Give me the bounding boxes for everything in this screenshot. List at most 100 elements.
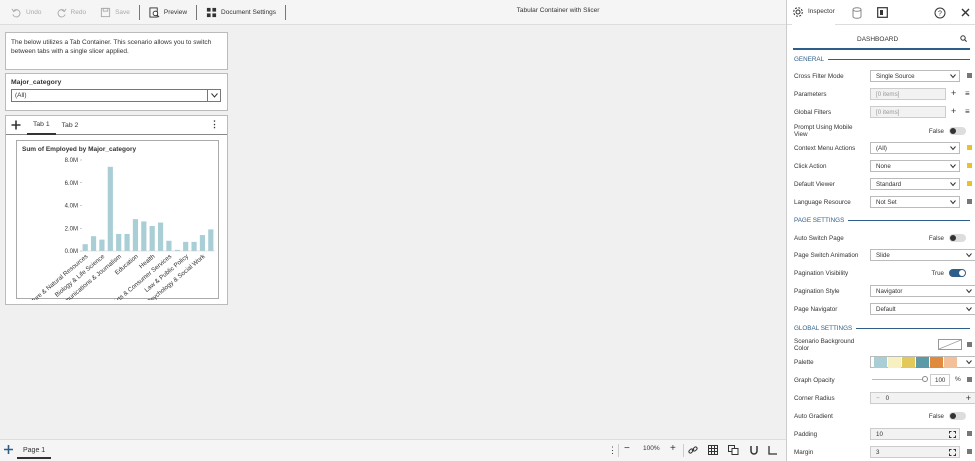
binding-indicator[interactable] [967,431,972,436]
undo-button[interactable]: Undo [4,0,49,25]
pagination-style-select[interactable]: Navigator [870,285,975,297]
select-value: Default [876,305,896,313]
magnet-icon[interactable] [749,445,759,455]
auto-gradient-toggle[interactable] [949,412,966,420]
help-button[interactable]: ? [934,0,946,25]
palette-select[interactable] [870,356,975,368]
add-icon[interactable]: + [951,89,956,98]
binding-indicator[interactable] [967,163,972,168]
link-icon[interactable] [688,445,698,455]
tab-1[interactable]: Tab 1 [27,116,56,135]
binding-indicator[interactable] [967,181,972,186]
binding-indicator[interactable] [967,377,972,382]
main-toolbar: Undo Redo Save Preview Document Settings… [0,0,786,25]
list-icon[interactable]: ≡ [965,107,970,116]
major-category-slicer[interactable]: Major_category (All) [5,73,228,111]
page-bar: Page 1 ⋮ − 100% + [0,439,786,461]
list-icon[interactable]: ≡ [965,89,970,98]
zoom-out-icon[interactable]: − [624,443,630,454]
binding-indicator[interactable] [967,145,972,150]
opacity-slider-handle[interactable] [922,376,928,382]
more-options-icon[interactable]: ⋮ [210,120,219,129]
document-settings-button[interactable]: Document Settings [199,0,283,25]
toolbar-divider [284,4,286,20]
description-text-panel[interactable]: The below utilizes a Tab Container. This… [5,32,228,70]
undo-icon [11,8,21,17]
select-value: Single Source [876,72,915,80]
context-menu-row: Context Menu Actions (All) [794,141,972,155]
chevron-down-icon [950,182,956,187]
property-label: Corner Radius [794,394,835,402]
padding-field[interactable]: 10 [870,428,960,440]
chart-bar [107,166,113,251]
zoom-in-icon[interactable]: + [670,443,676,454]
opacity-input[interactable]: 100 [930,374,950,386]
layers-icon[interactable] [728,445,739,455]
tab-data[interactable] [852,0,862,25]
dashboard-subtab[interactable]: DASHBOARD [793,32,970,50]
pagination-visibility-toggle-wrap: True [932,269,966,277]
binding-indicator[interactable] [967,73,972,78]
zoom-level: 100% [643,445,660,452]
close-button[interactable] [961,0,970,25]
bar-chart-panel[interactable]: Sum of Employed by Major_category 8.0M 6.… [16,140,219,300]
chart-bar [141,221,147,251]
pagination-visibility-toggle[interactable] [949,269,966,277]
slicer-dropdown[interactable]: (All) [11,89,221,102]
expand-icon[interactable] [949,431,956,438]
add-tab-icon[interactable] [11,120,21,130]
tab-layout[interactable] [877,0,888,25]
default-viewer-select[interactable]: Standard [870,178,960,190]
chart-bar [166,240,172,251]
tab-2[interactable]: Tab 2 [56,116,85,135]
redo-button[interactable]: Redo [49,0,94,25]
bg-color-swatch[interactable] [938,339,962,350]
chevron-down-icon [966,307,972,312]
select-value: None [876,162,891,170]
cross-filter-mode-select[interactable]: Single Source [870,70,960,82]
y-tick-label: 2.0M [65,226,78,232]
decrement-icon[interactable]: − [876,395,880,402]
auto-switch-toggle[interactable] [949,234,966,242]
add-icon[interactable]: + [951,107,956,116]
page-tab-1[interactable]: Page 1 [17,443,52,459]
chevron-down-icon [966,289,972,294]
property-label: Context Menu Actions [794,144,856,152]
switch-animation-select[interactable]: Slide [870,249,975,261]
section-global-settings: GLOBAL SETTINGS [794,325,970,332]
click-action-select[interactable]: None [870,160,960,172]
add-page-icon[interactable] [3,444,14,455]
preview-button[interactable]: Preview [142,0,194,25]
search-icon[interactable] [960,35,967,42]
save-button[interactable]: Save [93,0,137,25]
more-options-icon[interactable]: ⋮ [608,445,617,456]
prompt-mobile-row: Prompt Using Mobile View False [794,123,972,139]
chevron-down-icon[interactable] [207,90,220,101]
padding-row: Padding 10 [794,427,972,441]
section-title: PAGE SETTINGS [794,217,845,224]
grid-icon[interactable] [708,445,718,455]
parameters-field[interactable]: [0 items] [870,88,946,100]
ruler-icon[interactable] [768,445,778,455]
prompt-mobile-toggle[interactable] [949,127,966,135]
palette-swatch [902,356,915,368]
global-filters-field[interactable]: [0 items] [870,106,946,118]
tab-inspector[interactable]: Inspector [792,0,835,25]
language-resource-select[interactable]: Not Set [870,196,960,208]
margin-field[interactable]: 3 [870,446,960,458]
no-color-icon [938,339,962,350]
chevron-down-icon [950,74,956,79]
corner-radius-stepper[interactable]: − 0 + [870,392,975,404]
opacity-slider-track[interactable] [872,379,924,380]
binding-indicator[interactable] [967,449,972,454]
property-label: Scenario Background Color [794,338,855,352]
binding-indicator[interactable] [967,199,972,204]
expand-icon[interactable] [949,449,956,456]
property-label: Parameters [794,90,827,98]
context-menu-select[interactable]: (All) [870,142,960,154]
property-label: Default Viewer [794,180,835,188]
language-resource-row: Language Resource Not Set [794,195,972,209]
increment-icon[interactable]: + [966,393,971,403]
binding-indicator[interactable] [967,342,972,347]
page-navigator-select[interactable]: Default [870,303,975,315]
